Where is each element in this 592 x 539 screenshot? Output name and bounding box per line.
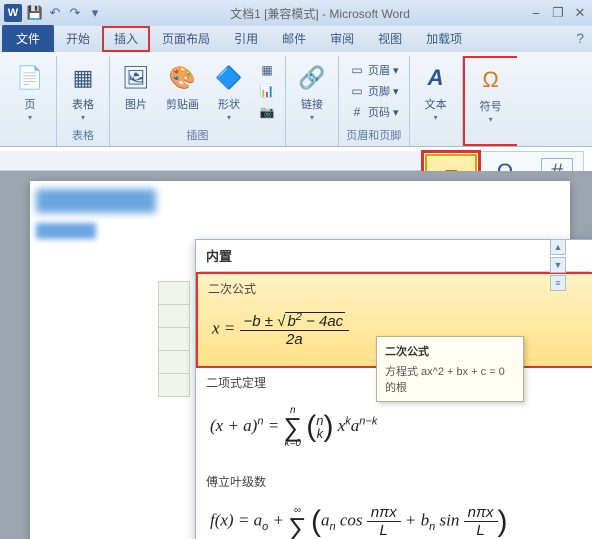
group-label-illus: 插图 <box>116 126 279 144</box>
tab-mailings[interactable]: 邮件 <box>270 26 318 52</box>
gallery-scroll: ▲ ▼ ≡ <box>550 239 568 539</box>
group-symbol: Ω 符号 ▾ <box>463 56 517 146</box>
gallery-header: 内置 <box>196 240 592 271</box>
window-controls: ⎯ ❐ ✕ <box>528 5 588 21</box>
dropdown-arrow-icon: ▾ <box>310 113 314 122</box>
chart-button[interactable]: 📊 <box>255 81 279 101</box>
close-button[interactable]: ✕ <box>572 5 588 21</box>
clipart-icon: 🎨 <box>167 62 199 94</box>
tab-home[interactable]: 开始 <box>54 26 102 52</box>
tab-review[interactable]: 审阅 <box>318 26 366 52</box>
group-text: A 文本 ▾ <box>410 56 463 146</box>
document-area: 内置 二次公式 x = −b ± √b2 − 4ac2a 二项式定理 (x + … <box>0 171 592 539</box>
group-illustrations: 🖼 图片 🎨 剪贴画 🔷 形状 ▾ ▦ 📊 📷 插图 <box>110 56 286 146</box>
clipart-button[interactable]: 🎨 剪贴画 <box>162 60 203 114</box>
scroll-up-button[interactable]: ▲ <box>550 239 566 255</box>
illus-small-buttons: ▦ 📊 📷 <box>255 60 279 122</box>
table-label: 表格 <box>72 96 94 112</box>
page-number-icon: # <box>349 104 365 120</box>
picture-button[interactable]: 🖼 图片 <box>116 60 156 114</box>
page-number-button[interactable]: #页码 ▾ <box>345 102 403 122</box>
group-tables: ▦ 表格 ▾ 表格 <box>57 56 110 146</box>
dropdown-arrow-icon: ▾ <box>81 113 85 122</box>
tab-references[interactable]: 引用 <box>222 26 270 52</box>
textbox-icon: A <box>420 62 452 94</box>
blurred-subheading <box>36 223 96 239</box>
formula-binomial: (x + a)n = n∑k=0 (nk) xkan−k <box>206 397 584 457</box>
group-label <box>10 142 50 144</box>
screenshot-button[interactable]: 📷 <box>255 102 279 122</box>
table-icon: ▦ <box>67 62 99 94</box>
titlebar: W 💾 ↶ ↷ ▾ 文档1 [兼容模式] - Microsoft Word ⎯ … <box>0 0 592 26</box>
ribbon-tabs: 文件 开始 插入 页面布局 引用 邮件 审阅 视图 加载项 ? <box>0 26 592 52</box>
tab-insert[interactable]: 插入 <box>102 26 150 52</box>
dropdown-arrow-icon: ▾ <box>28 113 32 122</box>
chart-icon: 📊 <box>259 83 275 99</box>
tooltip: 二次公式 方程式 ax^2 + bx + c = 0 的根 <box>376 336 524 402</box>
redo-button[interactable]: ↷ <box>66 4 84 22</box>
shapes-button[interactable]: 🔷 形状 ▾ <box>209 60 249 124</box>
dropdown-arrow-icon: ▾ <box>489 115 493 124</box>
pages-button[interactable]: 📄 页 ▾ <box>10 60 50 124</box>
undo-button[interactable]: ↶ <box>46 4 64 22</box>
smartart-icon: ▦ <box>259 62 275 78</box>
tooltip-title: 二次公式 <box>385 343 515 359</box>
ribbon: 📄 页 ▾ ▦ 表格 ▾ 表格 🖼 图片 🎨 剪贴画 <box>0 52 592 147</box>
qat-more[interactable]: ▾ <box>86 4 104 22</box>
page-icon: 📄 <box>14 62 46 94</box>
pages-label: 页 <box>25 96 36 112</box>
minimize-button[interactable]: ⎯ <box>528 5 544 21</box>
tab-view[interactable]: 视图 <box>366 26 414 52</box>
margin-cells <box>158 281 190 396</box>
footer-icon: ▭ <box>349 83 365 99</box>
page: 内置 二次公式 x = −b ± √b2 − 4ac2a 二项式定理 (x + … <box>30 181 570 539</box>
window-title: 文档1 [兼容模式] - Microsoft Word <box>112 5 528 22</box>
omega-icon: Ω <box>475 64 507 96</box>
group-label-hf: 页眉和页脚 <box>345 126 403 144</box>
gallery-item-label: 傅立叶级数 <box>206 473 584 490</box>
header-icon: ▭ <box>349 62 365 78</box>
shapes-icon: 🔷 <box>213 62 245 94</box>
dropdown-arrow-icon: ▾ <box>434 113 438 122</box>
app-icon: W <box>4 4 22 22</box>
hyperlink-icon: 🔗 <box>296 62 328 94</box>
footer-button[interactable]: ▭页脚 ▾ <box>345 81 403 101</box>
scroll-more-button[interactable]: ≡ <box>550 275 566 291</box>
tooltip-body: 方程式 ax^2 + bx + c = 0 的根 <box>385 363 515 395</box>
symbol-button[interactable]: Ω 符号 ▾ <box>471 62 511 126</box>
group-links: 🔗 链接 ▾ <box>286 56 339 146</box>
text-button[interactable]: A 文本 ▾ <box>416 60 456 124</box>
tab-addins[interactable]: 加载项 <box>414 26 474 52</box>
tab-page-layout[interactable]: 页面布局 <box>150 26 222 52</box>
table-button[interactable]: ▦ 表格 ▾ <box>63 60 103 124</box>
blurred-heading <box>36 189 156 213</box>
screenshot-icon: 📷 <box>259 104 275 120</box>
scroll-down-button[interactable]: ▼ <box>550 257 566 273</box>
maximize-button[interactable]: ❐ <box>550 5 566 21</box>
formula-fourier: f(x) = ao + ∞∑ (an cos nπxL + bn sin nπx… <box>206 496 584 539</box>
gallery-item-fourier[interactable]: 傅立叶级数 f(x) = ao + ∞∑ (an cos nπxL + bn s… <box>196 467 592 539</box>
group-pages: 📄 页 ▾ <box>4 56 57 146</box>
help-icon[interactable]: ? <box>576 30 584 46</box>
smartart-button[interactable]: ▦ <box>255 60 279 80</box>
save-button[interactable]: 💾 <box>26 4 44 22</box>
dropdown-arrow-icon: ▾ <box>227 113 231 122</box>
ruler <box>0 151 432 171</box>
quick-access-toolbar: 💾 ↶ ↷ ▾ <box>26 4 104 22</box>
group-label-tables: 表格 <box>63 126 103 144</box>
header-button[interactable]: ▭页眉 ▾ <box>345 60 403 80</box>
gallery-item-label: 二次公式 <box>208 280 582 297</box>
links-button[interactable]: 🔗 链接 ▾ <box>292 60 332 124</box>
picture-icon: 🖼 <box>120 62 152 94</box>
group-header-footer: ▭页眉 ▾ ▭页脚 ▾ #页码 ▾ 页眉和页脚 <box>339 56 410 146</box>
tab-file[interactable]: 文件 <box>2 25 54 52</box>
